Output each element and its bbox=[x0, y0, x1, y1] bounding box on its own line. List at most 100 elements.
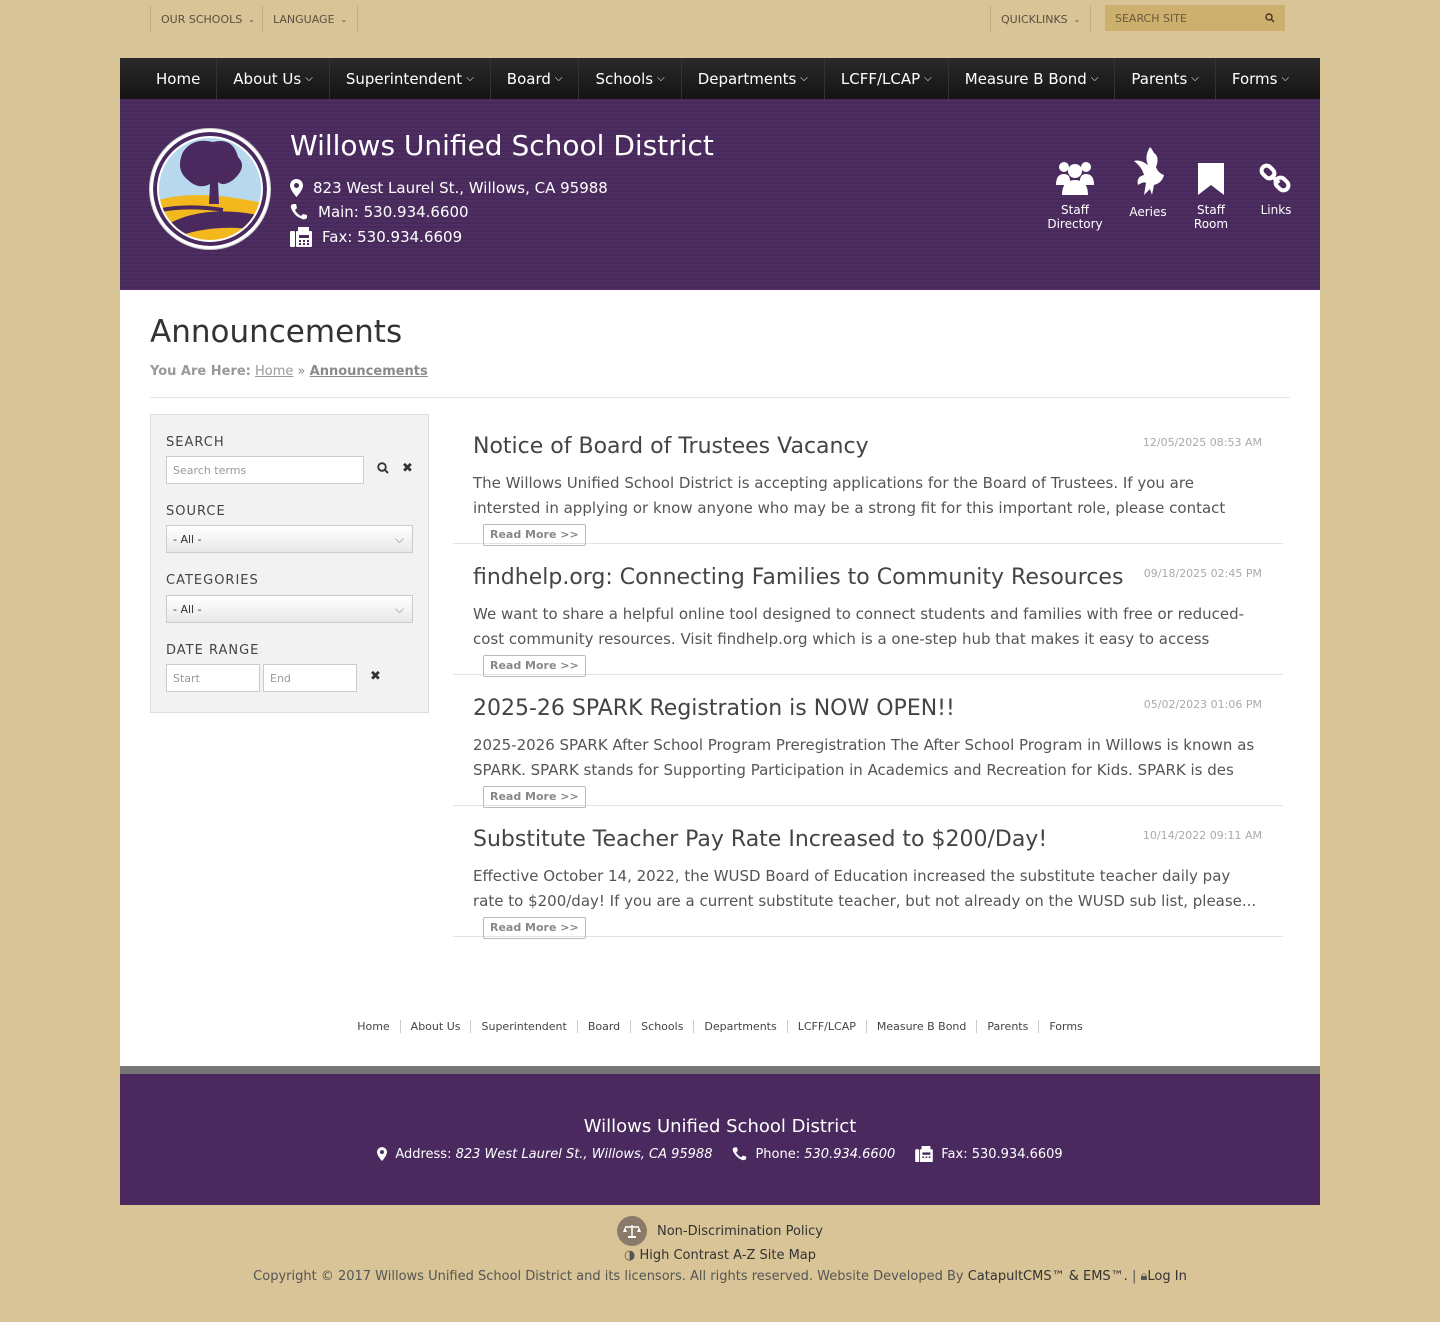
nav-lcff-lcap[interactable]: LCFF/LCAP ⌵ bbox=[825, 58, 949, 99]
our-schools-dropdown[interactable]: OUR SCHOOLS ⌄ bbox=[151, 6, 265, 32]
nav-label: Superintendent bbox=[345, 69, 463, 88]
source-value: - All - bbox=[173, 532, 202, 546]
nav-label: Measure B Bond bbox=[964, 69, 1087, 88]
site-search-placeholder: SEARCH SITE bbox=[1115, 11, 1187, 25]
categories-select[interactable]: - All - ⌵ bbox=[166, 595, 413, 623]
footer-link-parents[interactable]: Parents bbox=[977, 1020, 1040, 1033]
fax-icon bbox=[915, 1146, 934, 1162]
chevron-down-icon: ⌵ bbox=[1191, 73, 1199, 84]
breadcrumb-current-link[interactable]: Announcements bbox=[310, 364, 428, 379]
utility-bar: OUR SCHOOLS ⌄ LANGUAGE ⌄ QUICKLINKS ⌄ SEARC… bbox=[0, 0, 1440, 58]
announcement-body: 2025-2026 SPARK After School Program Pre… bbox=[473, 733, 1263, 808]
map-marker-icon bbox=[290, 179, 303, 197]
nav-board[interactable]: Board ⌵ bbox=[491, 58, 580, 99]
start-date-input[interactable]: Start bbox=[166, 664, 260, 692]
end-date-input[interactable]: End bbox=[263, 664, 357, 692]
nav-measure-b-bond[interactable]: Measure B Bond ⌵ bbox=[949, 58, 1116, 99]
search-icon[interactable] bbox=[1265, 13, 1275, 23]
announcement-text: Effective October 14, 2022, the WUSD Boa… bbox=[473, 867, 1257, 910]
divider bbox=[120, 1066, 1320, 1074]
district-logo[interactable] bbox=[150, 129, 270, 249]
close-icon: ✖ bbox=[402, 461, 413, 476]
search-terms-input[interactable]: Search terms bbox=[166, 456, 364, 484]
footer-link-forms[interactable]: Forms bbox=[1039, 1020, 1092, 1033]
nav-home[interactable]: Home bbox=[140, 58, 218, 99]
footer-link-superintendent[interactable]: Superintendent bbox=[471, 1020, 578, 1033]
announcement-date: 09/18/2025 02:45 PM bbox=[1143, 567, 1262, 580]
site-title[interactable]: Willows Unified School District bbox=[290, 129, 714, 162]
footer-link-home[interactable]: Home bbox=[347, 1020, 401, 1033]
footer-link-lcff-lcap[interactable]: LCFF/LCAP bbox=[788, 1020, 867, 1033]
clear-dates-button[interactable]: ✖ bbox=[370, 669, 381, 684]
aeries-link[interactable]: Aeries bbox=[1125, 147, 1171, 219]
nav-label: LCFF/LCAP bbox=[840, 69, 921, 88]
nav-schools[interactable]: Schools ⌵ bbox=[579, 58, 682, 99]
announcement-date: 05/02/2023 01:06 PM bbox=[1143, 698, 1262, 711]
announcement-title[interactable]: findhelp.org: Connecting Families to Com… bbox=[473, 565, 1123, 590]
announcement-date: 10/14/2022 09:11 AM bbox=[1142, 829, 1262, 842]
high-contrast-link[interactable]: ◑ High Contrast bbox=[624, 1248, 729, 1263]
address-text: 823 West Laurel St., Willows, CA 95988 bbox=[313, 179, 608, 197]
quick-icon-label: Staff Room bbox=[1193, 203, 1229, 231]
announcement-title[interactable]: Substitute Teacher Pay Rate Increased to… bbox=[473, 827, 1047, 852]
nav-label: Parents bbox=[1131, 69, 1188, 88]
quicklinks-dropdown[interactable]: QUICKLINKS ⌄ bbox=[991, 6, 1090, 32]
chevron-down-icon: ⌵ bbox=[924, 73, 932, 84]
footer-link-measure-b-bond[interactable]: Measure B Bond bbox=[867, 1020, 978, 1033]
site-search-input[interactable]: SEARCH SITE bbox=[1105, 5, 1285, 31]
staff-directory-link[interactable]: Staff Directory bbox=[1035, 159, 1115, 231]
nondiscrimination-row: Non-Discrimination Policy bbox=[0, 1216, 1440, 1246]
fax-text: Fax: 530.934.6609 bbox=[322, 228, 463, 246]
nondiscrimination-text: Non-Discrimination Policy bbox=[656, 1223, 824, 1239]
site-header: Willows Unified School District 823 West… bbox=[120, 99, 1320, 290]
quicklinks-label: QUICKLINKS bbox=[1001, 12, 1068, 26]
footer-link-schools[interactable]: Schools bbox=[631, 1020, 695, 1033]
read-more-button[interactable]: Read More >> bbox=[483, 524, 586, 546]
nondiscrimination-link[interactable]: Non-Discrimination Policy bbox=[616, 1216, 824, 1246]
quick-icon-label: Aeries bbox=[1129, 205, 1167, 219]
footer-contact: Address: 823 West Laurel St., Willows, C… bbox=[120, 1146, 1320, 1162]
clear-search-button[interactable]: ✖ bbox=[402, 461, 413, 476]
announcement-title[interactable]: Notice of Board of Trustees Vacancy bbox=[473, 434, 869, 459]
source-label: SOURCE bbox=[166, 504, 226, 519]
footer-fax: Fax: 530.934.6609 bbox=[915, 1146, 1063, 1162]
links-link[interactable]: Links bbox=[1254, 161, 1298, 217]
login-link[interactable]: Log In bbox=[1147, 1269, 1186, 1284]
read-more-button[interactable]: Read More >> bbox=[483, 917, 586, 939]
nav-parents[interactable]: Parents ⌵ bbox=[1115, 58, 1216, 99]
announcement-item: Notice of Board of Trustees Vacancy 12/0… bbox=[453, 414, 1283, 546]
nav-superintendent[interactable]: Superintendent ⌵ bbox=[330, 58, 491, 99]
developer-link[interactable]: CatapultCMS™ & EMS™. bbox=[968, 1269, 1128, 1284]
breadcrumb-home-link[interactable]: Home bbox=[255, 364, 293, 379]
fax-icon bbox=[290, 227, 312, 247]
nav-label: Home bbox=[156, 69, 201, 88]
search-icon bbox=[377, 462, 389, 474]
footer-link-departments[interactable]: Departments bbox=[694, 1020, 788, 1033]
scale-icon bbox=[616, 1216, 647, 1246]
date-range-label: DATE RANGE bbox=[166, 643, 260, 658]
read-more-button[interactable]: Read More >> bbox=[483, 655, 586, 677]
staff-room-link[interactable]: Staff Room bbox=[1180, 163, 1242, 231]
nav-label: Schools bbox=[595, 69, 654, 88]
sitemap-link[interactable]: A-Z Site Map bbox=[733, 1248, 816, 1263]
phone-value[interactable]: 530.934.6600 bbox=[804, 1147, 895, 1162]
nav-departments[interactable]: Departments ⌵ bbox=[682, 58, 825, 99]
chevron-down-icon: ⌵ bbox=[800, 73, 808, 84]
copyright-row: Copyright © 2017 Willows Unified School … bbox=[253, 1269, 1187, 1284]
footer-link-about-us[interactable]: About Us bbox=[401, 1020, 472, 1033]
announcement-text: We want to share a helpful online tool d… bbox=[473, 605, 1245, 648]
read-more-button[interactable]: Read More >> bbox=[483, 786, 586, 808]
chevron-down-icon: ⌄ bbox=[248, 14, 255, 24]
announcement-title[interactable]: 2025-26 SPARK Registration is NOW OPEN!! bbox=[473, 696, 955, 721]
nav-label: Departments bbox=[697, 69, 797, 88]
phone-icon bbox=[290, 204, 307, 220]
chevron-down-icon: ⌵ bbox=[554, 73, 563, 84]
phone-icon bbox=[733, 1147, 747, 1161]
breadcrumb-label: You Are Here: bbox=[150, 364, 251, 379]
source-select[interactable]: - All - ⌵ bbox=[166, 525, 413, 553]
nav-about-us[interactable]: About Us ⌵ bbox=[217, 58, 330, 99]
footer-link-board[interactable]: Board bbox=[578, 1020, 632, 1033]
nav-forms[interactable]: Forms ⌵ bbox=[1216, 58, 1305, 99]
search-submit-button[interactable] bbox=[377, 462, 389, 478]
language-dropdown[interactable]: LANGUAGE ⌄ bbox=[263, 6, 357, 32]
